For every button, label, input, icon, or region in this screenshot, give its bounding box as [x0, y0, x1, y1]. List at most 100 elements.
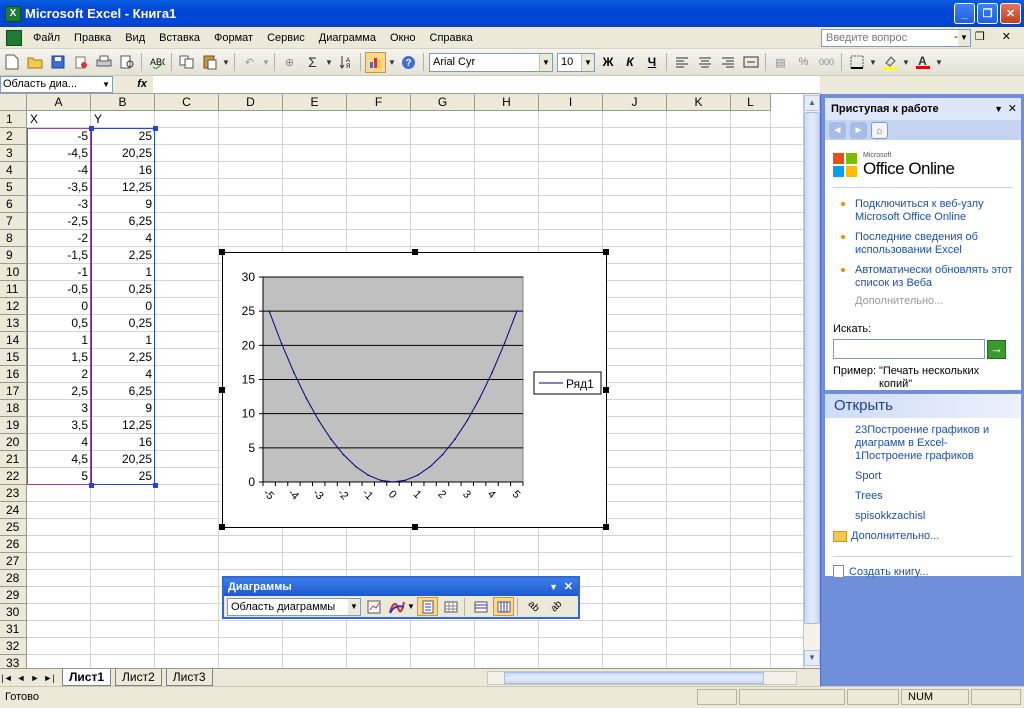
- chevron-down-icon[interactable]: ▼: [388, 52, 396, 73]
- column-header[interactable]: E: [283, 94, 347, 111]
- range-handle[interactable]: [153, 126, 158, 131]
- row-header[interactable]: 25: [0, 519, 27, 536]
- office-online-logo[interactable]: Microsoft Office Online: [833, 146, 1013, 188]
- chevron-down-icon[interactable]: ▼: [994, 98, 1003, 120]
- align-center-icon[interactable]: [694, 52, 715, 73]
- close-button[interactable]: ✕: [1000, 3, 1021, 24]
- help-question-input[interactable]: Введите вопрос ▼: [821, 29, 971, 47]
- chart-resize-handle[interactable]: [603, 249, 609, 255]
- by-column-icon[interactable]: [493, 597, 514, 616]
- menu-view[interactable]: Вид: [118, 27, 152, 49]
- sort-icon[interactable]: AЯ: [335, 52, 356, 73]
- column-header[interactable]: D: [219, 94, 283, 111]
- data-point[interactable]: [478, 397, 481, 400]
- chart-area[interactable]: 0 5 10 15 20 25 30 -5 -4 -3 -2 -1 0 1 2 3 4 5 Ряд1: [219, 249, 609, 530]
- row-header[interactable]: 12: [0, 298, 27, 315]
- row-header[interactable]: 15: [0, 349, 27, 366]
- data-point[interactable]: [293, 371, 295, 374]
- align-right-icon[interactable]: [717, 52, 738, 73]
- row-header[interactable]: 14: [0, 332, 27, 349]
- row-header[interactable]: 13: [0, 315, 27, 332]
- autosum-icon[interactable]: Σ: [302, 52, 323, 73]
- sheet-tab-1[interactable]: Лист1: [62, 669, 112, 686]
- vertical-scrollbar[interactable]: ▲ ▼: [803, 94, 820, 668]
- forward-icon[interactable]: ►: [850, 121, 867, 139]
- more-link[interactable]: Дополнительно...: [833, 295, 1013, 307]
- underline-button[interactable]: Ч: [641, 52, 663, 73]
- range-handle[interactable]: [89, 126, 94, 131]
- prev-sheet-icon[interactable]: ◄: [14, 673, 28, 683]
- excel-app-icon[interactable]: X: [5, 5, 21, 22]
- data-point[interactable]: [416, 474, 419, 476]
- font-color-icon[interactable]: A: [912, 52, 933, 73]
- chevron-down-icon[interactable]: ▼: [935, 52, 943, 73]
- chart-resize-handle[interactable]: [219, 524, 225, 530]
- data-point[interactable]: [491, 371, 493, 374]
- horizontal-scroll-thumb[interactable]: [504, 672, 764, 684]
- align-left-icon[interactable]: [671, 52, 692, 73]
- row-header[interactable]: 26: [0, 536, 27, 553]
- data-point[interactable]: [268, 310, 270, 312]
- thousands-button[interactable]: 000: [816, 52, 837, 73]
- menu-window[interactable]: Окно: [383, 27, 423, 49]
- row-header[interactable]: 6: [0, 196, 27, 213]
- vertical-scroll-thumb[interactable]: [804, 112, 820, 624]
- minimize-button[interactable]: _: [954, 3, 975, 24]
- fill-color-icon[interactable]: [879, 52, 900, 73]
- link-connect-office-online[interactable]: Подключиться к веб-узлу Microsoft Office…: [833, 198, 1013, 224]
- chevron-down-icon[interactable]: ▼: [262, 52, 270, 73]
- search-input[interactable]: [833, 339, 985, 359]
- row-header[interactable]: 28: [0, 570, 27, 587]
- data-point[interactable]: [454, 438, 456, 441]
- permission-icon[interactable]: [70, 52, 91, 73]
- help-icon[interactable]: ?: [398, 52, 419, 73]
- chart-toolbar-titlebar[interactable]: Диаграммы ▼ ✕: [224, 578, 578, 596]
- open-folder-icon[interactable]: [24, 52, 45, 73]
- chevron-down-icon[interactable]: ▼: [348, 598, 360, 615]
- scroll-up-icon[interactable]: ▲: [804, 95, 820, 111]
- menu-chart[interactable]: Диаграмма: [312, 27, 383, 49]
- font-name-select[interactable]: Arial Cyr ▼: [429, 52, 553, 72]
- row-header[interactable]: 30: [0, 604, 27, 621]
- cell-header-x[interactable]: X: [27, 111, 91, 128]
- row-header[interactable]: 29: [0, 587, 27, 604]
- link-auto-update[interactable]: Автоматически обновлять этот список из В…: [833, 264, 1013, 290]
- open-more-link[interactable]: Дополнительно...: [851, 530, 939, 542]
- chart-resize-handle[interactable]: [412, 249, 418, 255]
- sheet-tab-3[interactable]: Лист3: [165, 669, 213, 686]
- line-chart[interactable]: 051015202530-5 -4 -3 -2 -1 0 1 2 3 4 5Ряд1: [223, 253, 606, 527]
- column-header[interactable]: C: [155, 94, 219, 111]
- scroll-down-icon[interactable]: ▼: [804, 650, 820, 666]
- menu-insert[interactable]: Вставка: [152, 27, 207, 49]
- bold-button[interactable]: Ж: [597, 52, 619, 73]
- row-header[interactable]: 31: [0, 621, 27, 638]
- data-point[interactable]: [503, 342, 506, 345]
- chart-resize-handle[interactable]: [219, 249, 225, 255]
- column-header[interactable]: J: [603, 94, 667, 111]
- link-latest-news[interactable]: Последние сведения об использовании Exce…: [833, 231, 1013, 257]
- data-point[interactable]: [404, 479, 407, 482]
- cell-header-y[interactable]: Y: [91, 111, 155, 128]
- data-point[interactable]: [367, 474, 370, 476]
- column-header[interactable]: K: [667, 94, 731, 111]
- row-header[interactable]: 3: [0, 145, 27, 162]
- select-all-corner[interactable]: [0, 94, 27, 111]
- column-header[interactable]: G: [411, 94, 475, 111]
- angle-text-up-icon[interactable]: ab: [542, 592, 570, 620]
- column-header[interactable]: F: [347, 94, 411, 111]
- formula-input[interactable]: [153, 76, 820, 93]
- recent-file-link[interactable]: Trees: [833, 490, 1013, 503]
- column-header[interactable]: H: [475, 94, 539, 111]
- legend-icon[interactable]: [417, 597, 438, 616]
- chevron-down-icon[interactable]: ▼: [325, 52, 333, 73]
- chevron-down-icon[interactable]: ▼: [902, 52, 910, 73]
- row-header[interactable]: 16: [0, 366, 27, 383]
- chevron-down-icon[interactable]: ▼: [102, 77, 110, 92]
- chart-resize-handle[interactable]: [603, 387, 609, 393]
- first-sheet-icon[interactable]: |◄: [0, 673, 14, 683]
- chevron-down-icon[interactable]: ▼: [869, 52, 877, 73]
- row-header[interactable]: 4: [0, 162, 27, 179]
- row-header[interactable]: 17: [0, 383, 27, 400]
- data-point[interactable]: [429, 465, 431, 468]
- format-chart-area-icon[interactable]: [363, 597, 384, 616]
